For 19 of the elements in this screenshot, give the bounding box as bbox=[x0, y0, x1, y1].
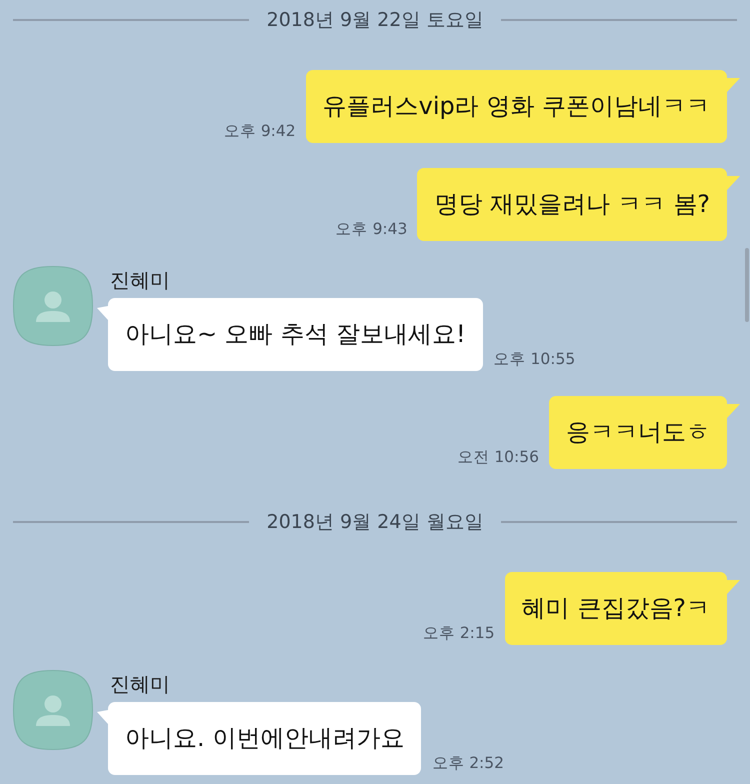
bubble-tail-icon bbox=[97, 306, 108, 320]
avatar-icon[interactable] bbox=[13, 266, 93, 346]
scrollbar-thumb[interactable] bbox=[745, 248, 749, 322]
bubble-tail-icon bbox=[727, 78, 740, 92]
message-time: 오전 10:56 bbox=[457, 447, 539, 467]
bubble-tail-icon bbox=[727, 404, 740, 418]
message-time: 오후 2:15 bbox=[422, 623, 495, 643]
date-label: 2018년 9월 24일 월요일 bbox=[266, 510, 484, 535]
sender-name: 진혜미 bbox=[110, 267, 170, 294]
avatar-icon[interactable] bbox=[13, 670, 93, 750]
message-time: 오후 2:52 bbox=[432, 753, 504, 773]
message-time: 오후 9:42 bbox=[224, 121, 296, 141]
bubble-tail-icon bbox=[97, 710, 108, 724]
bubble-tail-icon bbox=[727, 176, 740, 190]
message-time: 오후 10:55 bbox=[494, 349, 576, 369]
bubble-tail-icon bbox=[727, 580, 740, 594]
sender-name: 진혜미 bbox=[110, 671, 170, 698]
date-label: 2018년 9월 22일 토요일 bbox=[266, 8, 484, 33]
message-time: 오후 9:43 bbox=[336, 219, 408, 239]
